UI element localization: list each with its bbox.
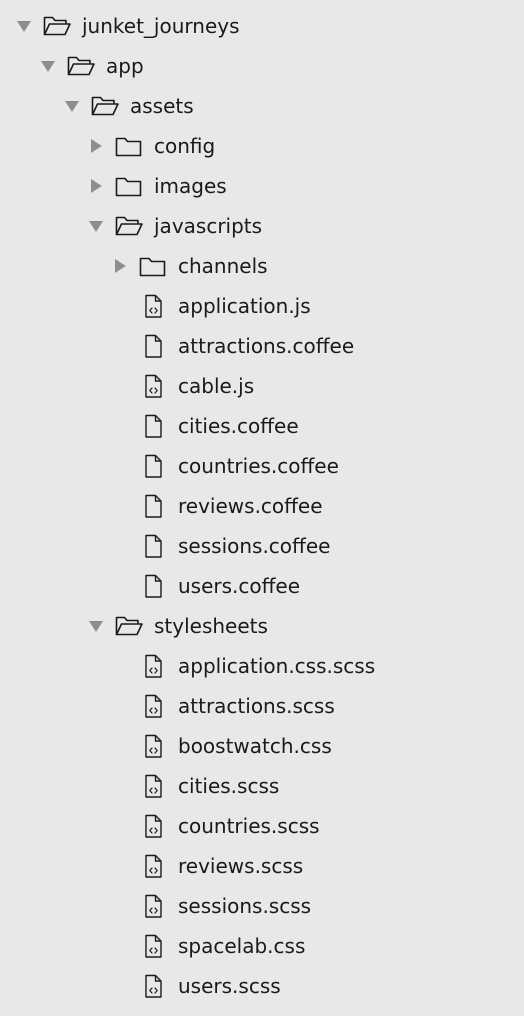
folder-row-javascripts[interactable]: javascripts <box>0 206 524 246</box>
folder-icon <box>114 171 144 201</box>
file-label: cities.coffee <box>178 414 299 438</box>
folder-label: javascripts <box>154 214 263 238</box>
file-label: countries.coffee <box>178 454 339 478</box>
folder-open-icon <box>114 611 144 641</box>
file-label: application.css.scss <box>178 654 376 678</box>
file-icon <box>138 491 168 521</box>
file-row-sessions-scss[interactable]: sessions.scss <box>0 886 524 926</box>
code-file-icon <box>138 771 168 801</box>
file-label: application.js <box>178 294 311 318</box>
file-label: sessions.coffee <box>178 534 331 558</box>
folder-label: app <box>106 54 144 78</box>
folder-row-junket-journeys[interactable]: junket_journeys <box>0 6 524 46</box>
code-file-icon <box>138 731 168 761</box>
disclosure-expanded-icon[interactable] <box>63 97 81 115</box>
file-label: cable.js <box>178 374 255 398</box>
code-file-icon <box>138 371 168 401</box>
folder-label: channels <box>178 254 268 278</box>
file-row-spacelab-css[interactable]: spacelab.css <box>0 926 524 966</box>
disclosure-expanded-icon[interactable] <box>15 17 33 35</box>
code-file-icon <box>138 691 168 721</box>
file-row-boostwatch-css[interactable]: boostwatch.css <box>0 726 524 766</box>
folder-label: junket_journeys <box>82 14 240 38</box>
folder-open-icon <box>42 11 72 41</box>
file-row-application-js[interactable]: application.js <box>0 286 524 326</box>
folder-open-icon <box>114 211 144 241</box>
file-label: spacelab.css <box>178 934 306 958</box>
file-row-attractions-scss[interactable]: attractions.scss <box>0 686 524 726</box>
folder-open-icon <box>90 91 120 121</box>
file-row-countries-scss[interactable]: countries.scss <box>0 806 524 846</box>
code-file-icon <box>138 971 168 1001</box>
folder-icon <box>114 131 144 161</box>
file-row-countries-coffee[interactable]: countries.coffee <box>0 446 524 486</box>
file-label: countries.scss <box>178 814 320 838</box>
file-row-reviews-coffee[interactable]: reviews.coffee <box>0 486 524 526</box>
file-label: reviews.scss <box>178 854 304 878</box>
code-file-icon <box>138 651 168 681</box>
file-label: boostwatch.css <box>178 734 332 758</box>
code-file-icon <box>138 291 168 321</box>
file-row-sessions-coffee[interactable]: sessions.coffee <box>0 526 524 566</box>
file-row-cable-js[interactable]: cable.js <box>0 366 524 406</box>
folder-row-assets[interactable]: assets <box>0 86 524 126</box>
file-icon <box>138 331 168 361</box>
folder-label: config <box>154 134 216 158</box>
folder-row-config[interactable]: config <box>0 126 524 166</box>
file-label: reviews.coffee <box>178 494 323 518</box>
file-label: users.scss <box>178 974 281 998</box>
disclosure-expanded-icon[interactable] <box>87 217 105 235</box>
file-label: users.coffee <box>178 574 301 598</box>
folder-label: stylesheets <box>154 614 268 638</box>
file-icon <box>138 531 168 561</box>
code-file-icon <box>138 851 168 881</box>
file-row-application-css-scss[interactable]: application.css.scss <box>0 646 524 686</box>
file-label: cities.scss <box>178 774 280 798</box>
disclosure-expanded-icon[interactable] <box>87 617 105 635</box>
file-row-reviews-scss[interactable]: reviews.scss <box>0 846 524 886</box>
folder-row-images[interactable]: images <box>0 166 524 206</box>
file-icon <box>138 451 168 481</box>
disclosure-expanded-icon[interactable] <box>39 57 57 75</box>
file-tree: junket_journeysapp assets config images java… <box>0 0 524 1016</box>
disclosure-collapsed-icon[interactable] <box>87 177 105 195</box>
folder-open-icon <box>66 51 96 81</box>
disclosure-collapsed-icon[interactable] <box>87 137 105 155</box>
folder-row-stylesheets[interactable]: stylesheets <box>0 606 524 646</box>
file-label: attractions.scss <box>178 694 335 718</box>
code-file-icon <box>138 931 168 961</box>
file-label: sessions.scss <box>178 894 312 918</box>
file-row-users-scss[interactable]: users.scss <box>0 966 524 1006</box>
file-row-attractions-coffee[interactable]: attractions.coffee <box>0 326 524 366</box>
file-row-cities-scss[interactable]: cities.scss <box>0 766 524 806</box>
file-row-users-coffee[interactable]: users.coffee <box>0 566 524 606</box>
folder-label: assets <box>130 94 194 118</box>
code-file-icon <box>138 891 168 921</box>
folder-row-channels[interactable]: channels <box>0 246 524 286</box>
code-file-icon <box>138 811 168 841</box>
folder-icon <box>138 251 168 281</box>
file-icon <box>138 411 168 441</box>
file-icon <box>138 571 168 601</box>
folder-row-app[interactable]: app <box>0 46 524 86</box>
file-row-cities-coffee[interactable]: cities.coffee <box>0 406 524 446</box>
folder-label: images <box>154 174 227 198</box>
disclosure-collapsed-icon[interactable] <box>111 257 129 275</box>
file-label: attractions.coffee <box>178 334 355 358</box>
